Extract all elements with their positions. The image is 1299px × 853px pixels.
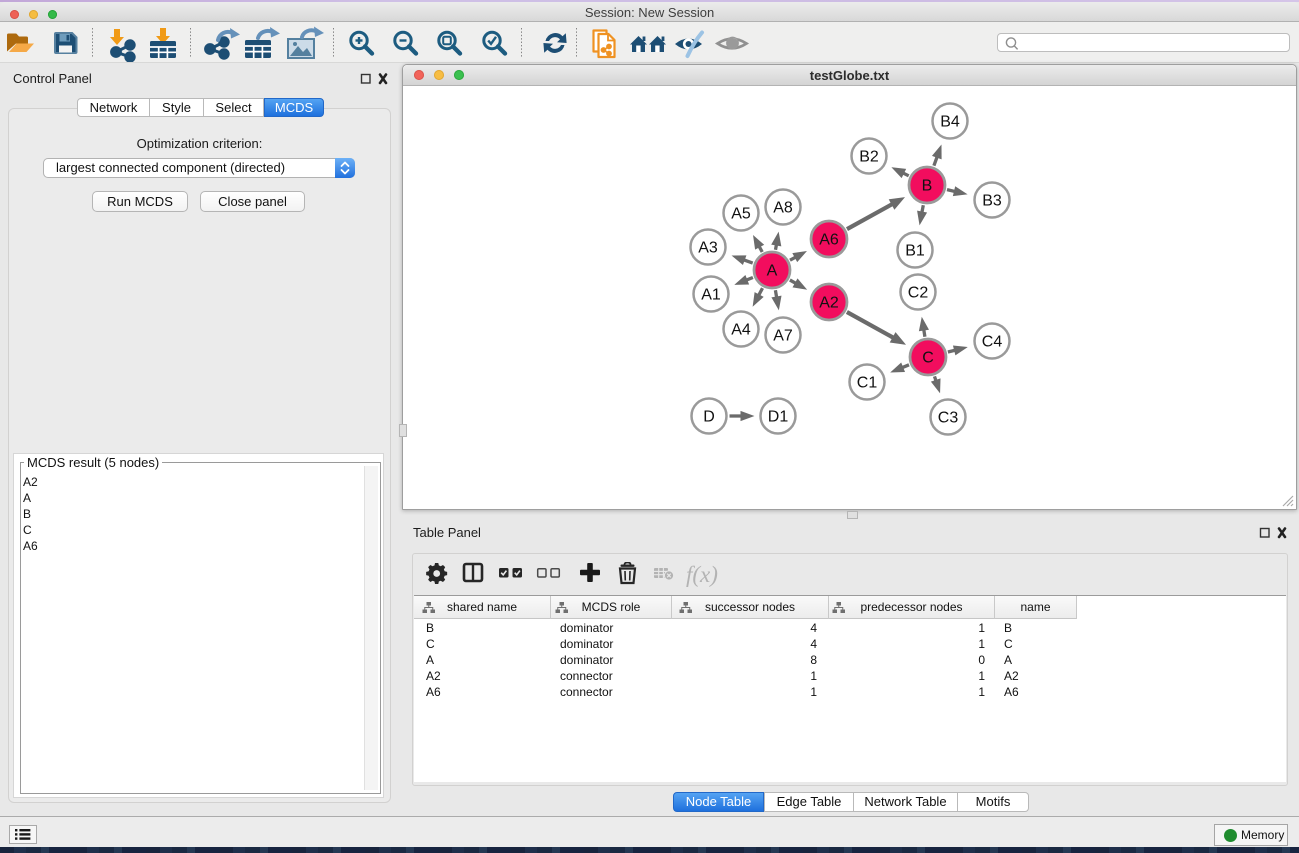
svg-text:B1: B1	[905, 243, 925, 260]
svg-text:D: D	[703, 409, 715, 426]
svg-text:A3: A3	[698, 240, 718, 257]
svg-text:C3: C3	[938, 410, 959, 427]
svg-text:A8: A8	[773, 200, 793, 217]
svg-text:f(x): f(x)	[686, 562, 718, 587]
svg-text:B4: B4	[940, 114, 960, 131]
svg-text:A6: A6	[819, 232, 839, 249]
svg-text:A1: A1	[701, 287, 721, 304]
svg-text:C: C	[922, 350, 934, 367]
svg-text:B: B	[922, 178, 933, 195]
svg-text:B2: B2	[859, 149, 879, 166]
svg-text:A7: A7	[773, 328, 793, 345]
svg-text:A4: A4	[731, 322, 751, 339]
svg-text:A5: A5	[731, 206, 751, 223]
svg-text:C2: C2	[908, 285, 929, 302]
svg-text:C4: C4	[982, 334, 1003, 351]
svg-text:C1: C1	[857, 375, 878, 392]
svg-text:A: A	[767, 263, 778, 280]
svg-text:D1: D1	[768, 409, 789, 426]
svg-text:A2: A2	[819, 295, 839, 312]
svg-text:B3: B3	[982, 193, 1002, 210]
